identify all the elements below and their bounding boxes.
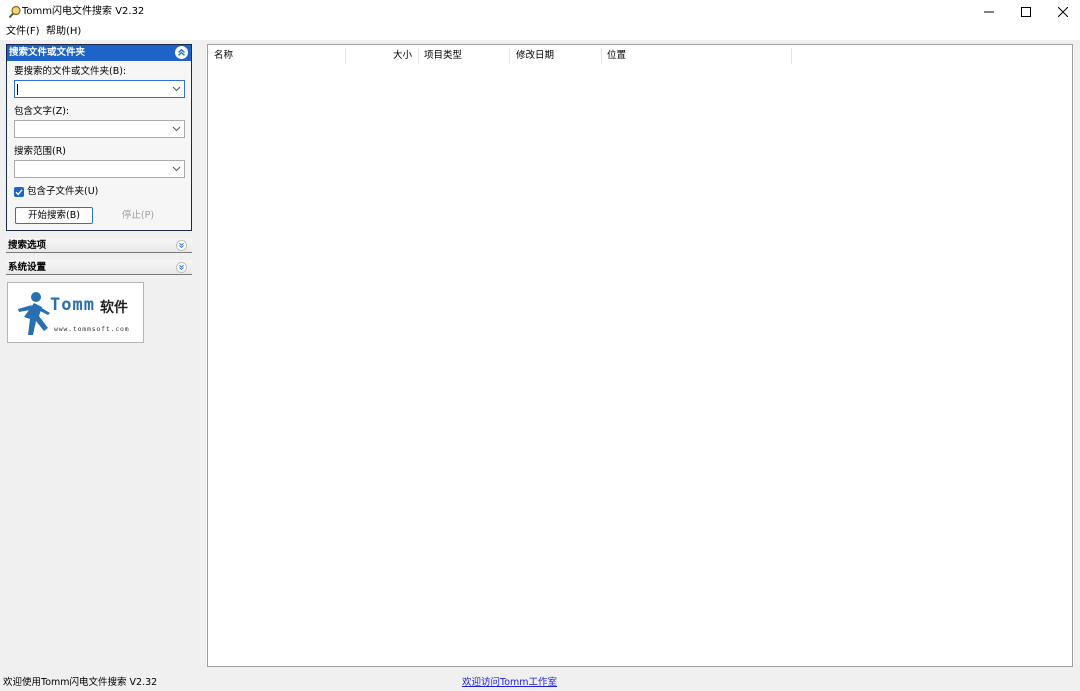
search-panel-title: 搜索文件或文件夹 — [9, 47, 86, 58]
menu-help[interactable]: 帮助(H) — [46, 25, 81, 39]
results-list[interactable]: 名称 大小 项目类型 修改日期 位置 — [207, 44, 1073, 667]
stop-button[interactable]: 停止(P) — [103, 207, 173, 224]
column-header-location[interactable]: 位置 — [607, 49, 626, 63]
logo-tagline: 软件 — [100, 300, 128, 316]
chevron-down-icon[interactable] — [172, 125, 181, 133]
column-header-name[interactable]: 名称 — [214, 49, 233, 63]
column-header-size[interactable]: 大小 — [346, 49, 412, 63]
scope-field-label: 搜索范围(R) — [14, 146, 67, 157]
magnifier-icon — [8, 5, 21, 19]
name-field-label: 要搜索的文件或文件夹(B): — [14, 66, 127, 77]
column-header-modified[interactable]: 修改日期 — [516, 49, 554, 63]
section-system-settings[interactable]: 系统设置 — [6, 260, 192, 275]
close-icon — [1058, 7, 1068, 17]
running-man-icon — [18, 292, 50, 335]
logo-brand: Tomm — [50, 295, 95, 315]
menu-file[interactable]: 文件(F) — [6, 25, 40, 39]
chevron-down-icon[interactable] — [176, 262, 187, 273]
search-panel-header[interactable]: 搜索文件或文件夹 — [7, 45, 191, 61]
text-caret — [17, 84, 18, 95]
status-link[interactable]: 欢迎访问Tomm工作室 — [462, 676, 557, 689]
text-combo[interactable] — [14, 120, 185, 138]
scope-combo[interactable] — [14, 160, 185, 178]
search-panel: 搜索文件或文件夹 要搜索的文件或文件夹(B): 包含文字(Z): 搜索范围(R)… — [6, 44, 192, 231]
chevron-up-icon[interactable] — [175, 46, 188, 59]
status-bar: 欢迎使用Tomm闪电文件搜索 V2.32 欢迎访问Tomm工作室 — [0, 674, 1080, 691]
minimize-icon — [984, 11, 994, 13]
subfolders-label[interactable]: 包含子文件夹(U) — [27, 186, 98, 198]
chevron-down-icon[interactable] — [176, 240, 187, 251]
column-divider[interactable] — [509, 48, 510, 64]
column-header-type[interactable]: 项目类型 — [424, 49, 462, 63]
title-bar: Tomm闪电文件搜索 V2.32 — [0, 0, 1080, 25]
start-search-button[interactable]: 开始搜索(B) — [15, 207, 93, 224]
name-combo[interactable] — [14, 80, 185, 98]
menu-bar: 文件(F) 帮助(H) — [0, 24, 1080, 40]
tomm-logo[interactable]: Tomm 软件 www.tommsoft.com — [7, 282, 144, 343]
section-search-options[interactable]: 搜索选项 — [6, 238, 192, 253]
column-divider[interactable] — [601, 48, 602, 64]
close-button[interactable] — [1040, 0, 1080, 24]
subfolders-checkbox[interactable] — [14, 187, 24, 197]
section-title: 系统设置 — [8, 262, 47, 273]
column-divider[interactable] — [418, 48, 419, 64]
maximize-icon — [1021, 7, 1031, 17]
column-divider[interactable] — [791, 48, 792, 64]
text-field-label: 包含文字(Z): — [14, 106, 70, 117]
logo-url: www.tommsoft.com — [54, 325, 130, 333]
status-text: 欢迎使用Tomm闪电文件搜索 V2.32 — [3, 677, 158, 688]
chevron-down-icon[interactable] — [172, 85, 181, 93]
chevron-down-icon[interactable] — [172, 165, 181, 173]
section-title: 搜索选项 — [8, 240, 47, 251]
window-title: Tomm闪电文件搜索 V2.32 — [22, 6, 145, 17]
